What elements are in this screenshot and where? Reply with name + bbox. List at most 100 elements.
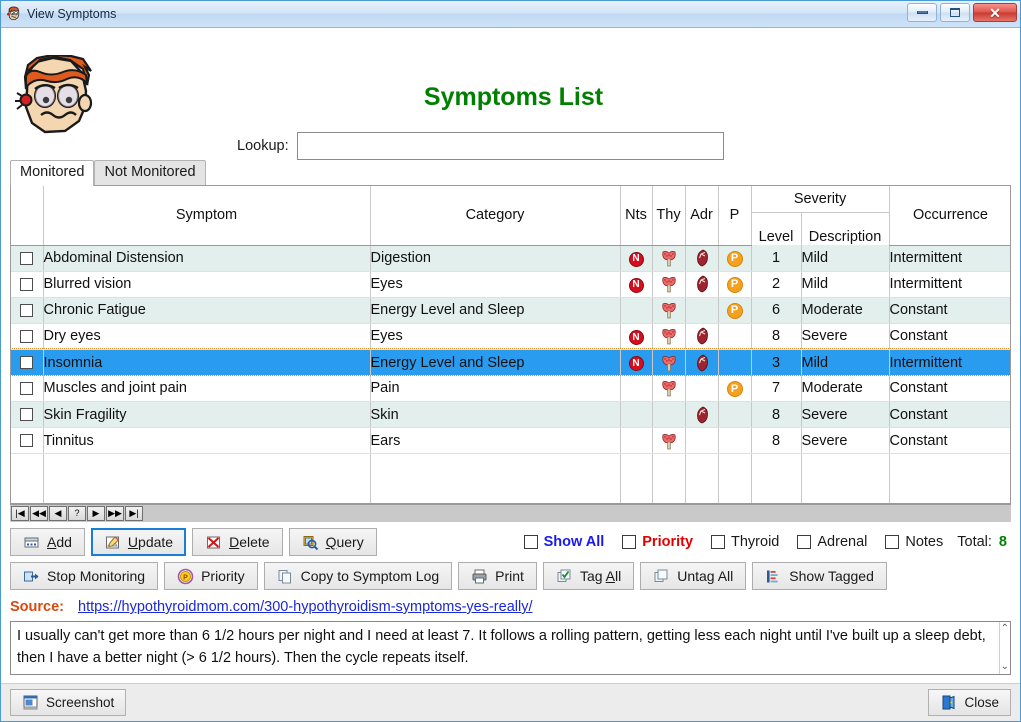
filter-notes[interactable]: Notes bbox=[885, 534, 943, 550]
total-value: 8 bbox=[998, 534, 1007, 550]
notes-checkbox[interactable] bbox=[885, 535, 900, 549]
filter-adrenal[interactable]: Adrenal bbox=[797, 534, 867, 550]
tag-all-prefix: Tag bbox=[579, 568, 606, 584]
query-button[interactable]: Query bbox=[288, 528, 377, 556]
grid-empty-cell bbox=[685, 453, 719, 503]
row-checkbox-cell[interactable] bbox=[11, 323, 44, 350]
row-checkbox[interactable] bbox=[20, 434, 34, 448]
col-symptom[interactable]: Symptom bbox=[43, 186, 371, 246]
filter-show-all[interactable]: Show All bbox=[523, 534, 604, 550]
stop-monitoring-button[interactable]: Stop Monitoring bbox=[10, 562, 159, 590]
tag-all-button[interactable]: Tag All bbox=[542, 562, 635, 590]
row-checkbox-cell[interactable] bbox=[11, 401, 44, 429]
adrenal-icon bbox=[694, 275, 710, 293]
table-row[interactable]: Chronic Fatigue Energy Level and Sleep P 6 M… bbox=[11, 297, 1010, 324]
col-severity-description[interactable]: Description bbox=[801, 212, 890, 245]
notes-text[interactable]: I usually can't get more than 6 1/2 hour… bbox=[11, 622, 999, 674]
show-tagged-button[interactable]: Show Tagged bbox=[752, 562, 887, 590]
table-row[interactable]: Dry eyes Eyes N 8 Severe Constant bbox=[11, 323, 1010, 350]
row-checkbox-cell[interactable] bbox=[11, 349, 44, 376]
grid-empty-cell bbox=[889, 453, 1010, 503]
nav-prev-page-button[interactable]: ◀◀ bbox=[30, 506, 48, 521]
close-window-button[interactable]: ✕ bbox=[973, 3, 1017, 22]
exit-door-icon bbox=[940, 694, 957, 711]
minimize-icon bbox=[916, 11, 928, 14]
adrenal-checkbox[interactable] bbox=[797, 535, 812, 549]
copy-to-symptom-log-button[interactable]: Copy to Symptom Log bbox=[263, 562, 453, 590]
row-checkbox-cell[interactable] bbox=[11, 427, 44, 455]
row-checkbox[interactable] bbox=[20, 277, 34, 291]
col-adr[interactable]: Adr bbox=[685, 186, 719, 246]
tab-not-monitored[interactable]: Not Monitored bbox=[94, 160, 206, 185]
cell-symptom: Skin Fragility bbox=[43, 401, 371, 429]
col-occurrence[interactable]: Occurrence bbox=[889, 186, 1010, 246]
table-row[interactable]: Abdominal Distension Digestion N P 1 Mild Inte… bbox=[11, 245, 1010, 272]
nav-next-page-button[interactable]: ▶▶ bbox=[106, 506, 124, 521]
minimize-button[interactable] bbox=[907, 3, 937, 22]
nav-first-button[interactable]: |◀ bbox=[11, 506, 29, 521]
cell-description: Severe bbox=[801, 401, 890, 429]
table-row[interactable]: Insomnia Energy Level and Sleep N 3 Mild Inte… bbox=[11, 348, 1010, 377]
nav-prev-button[interactable]: ◀ bbox=[49, 506, 67, 521]
row-checkbox-cell[interactable] bbox=[11, 375, 44, 403]
cell-level: 1 bbox=[751, 245, 802, 272]
delete-label: Delete bbox=[229, 534, 269, 550]
update-button[interactable]: Update bbox=[90, 528, 187, 556]
col-p[interactable]: P bbox=[718, 186, 752, 246]
table-row[interactable]: Blurred vision Eyes N P 2 Mild Intermittent bbox=[11, 271, 1010, 298]
notes-indicator-icon: N bbox=[628, 356, 644, 372]
print-button[interactable]: Print bbox=[458, 562, 537, 590]
untag-all-accel: g bbox=[706, 568, 715, 584]
source-link[interactable]: https://hypothyroidmom.com/300-hypothyro… bbox=[78, 599, 532, 615]
row-checkbox[interactable] bbox=[20, 356, 34, 370]
row-checkbox[interactable] bbox=[20, 251, 34, 265]
nav-last-button[interactable]: ▶| bbox=[125, 506, 143, 521]
restore-button[interactable] bbox=[940, 3, 970, 22]
cell-p: P bbox=[718, 375, 752, 403]
untag-all-button[interactable]: Untag All bbox=[640, 562, 747, 590]
cell-occurrence: Intermittent bbox=[889, 245, 1010, 272]
cell-level: 7 bbox=[751, 375, 802, 403]
scroll-up-icon[interactable]: ⌃ bbox=[1001, 624, 1009, 634]
priority-button[interactable]: P Priority bbox=[164, 562, 258, 590]
screenshot-button[interactable]: Screenshot bbox=[10, 689, 127, 716]
row-checkbox-cell[interactable] bbox=[11, 271, 44, 298]
row-checkbox[interactable] bbox=[20, 381, 34, 395]
cell-category: Eyes bbox=[370, 271, 621, 298]
notes-box[interactable]: I usually can't get more than 6 1/2 hour… bbox=[10, 621, 1011, 675]
priority-checkbox[interactable] bbox=[622, 535, 637, 549]
row-checkbox-cell[interactable] bbox=[11, 297, 44, 324]
scroll-down-icon[interactable]: ⌄ bbox=[1001, 662, 1009, 672]
lookup-input[interactable] bbox=[296, 132, 724, 160]
col-category[interactable]: Category bbox=[370, 186, 621, 246]
show-all-checkbox[interactable] bbox=[523, 535, 538, 549]
row-checkbox[interactable] bbox=[20, 408, 34, 422]
row-checkbox-cell[interactable] bbox=[11, 245, 44, 272]
filter-thyroid[interactable]: Thyroid bbox=[711, 534, 779, 550]
window-title: View Symptoms bbox=[27, 7, 117, 21]
nav-help-button[interactable]: ? bbox=[68, 506, 86, 521]
col-severity-level[interactable]: Level bbox=[751, 212, 802, 245]
filter-priority[interactable]: Priority bbox=[622, 534, 693, 550]
copy-icon bbox=[277, 568, 294, 585]
thyroid-checkbox[interactable] bbox=[711, 535, 726, 549]
row-checkbox[interactable] bbox=[20, 303, 34, 317]
table-row[interactable]: Skin Fragility Skin 8 Severe Constant bbox=[11, 401, 1010, 429]
page-title: Symptoms List bbox=[423, 83, 604, 111]
close-button[interactable]: Close bbox=[928, 689, 1011, 716]
notes-label: Notes bbox=[905, 534, 944, 550]
table-row[interactable]: Tinnitus Ears 8 Severe Constant bbox=[11, 427, 1010, 455]
nav-next-button[interactable]: ▶ bbox=[87, 506, 105, 521]
notes-scrollbar[interactable]: ⌃ ⌄ bbox=[998, 622, 1010, 674]
adrenal-icon bbox=[694, 354, 710, 372]
symptoms-grid[interactable]: Symptom Category Nts Thy Adr P Severity … bbox=[10, 185, 1011, 504]
add-button[interactable]: Add bbox=[10, 528, 85, 556]
delete-button[interactable]: Delete bbox=[192, 528, 283, 556]
tab-monitored[interactable]: Monitored bbox=[10, 160, 95, 186]
cell-category: Digestion bbox=[370, 245, 621, 272]
row-checkbox[interactable] bbox=[20, 330, 34, 343]
col-thy[interactable]: Thy bbox=[652, 186, 686, 246]
col-nts[interactable]: Nts bbox=[620, 186, 653, 246]
cell-thy bbox=[652, 297, 686, 324]
table-row[interactable]: Muscles and joint pain Pain P 7 Moderate Cons… bbox=[11, 375, 1010, 403]
